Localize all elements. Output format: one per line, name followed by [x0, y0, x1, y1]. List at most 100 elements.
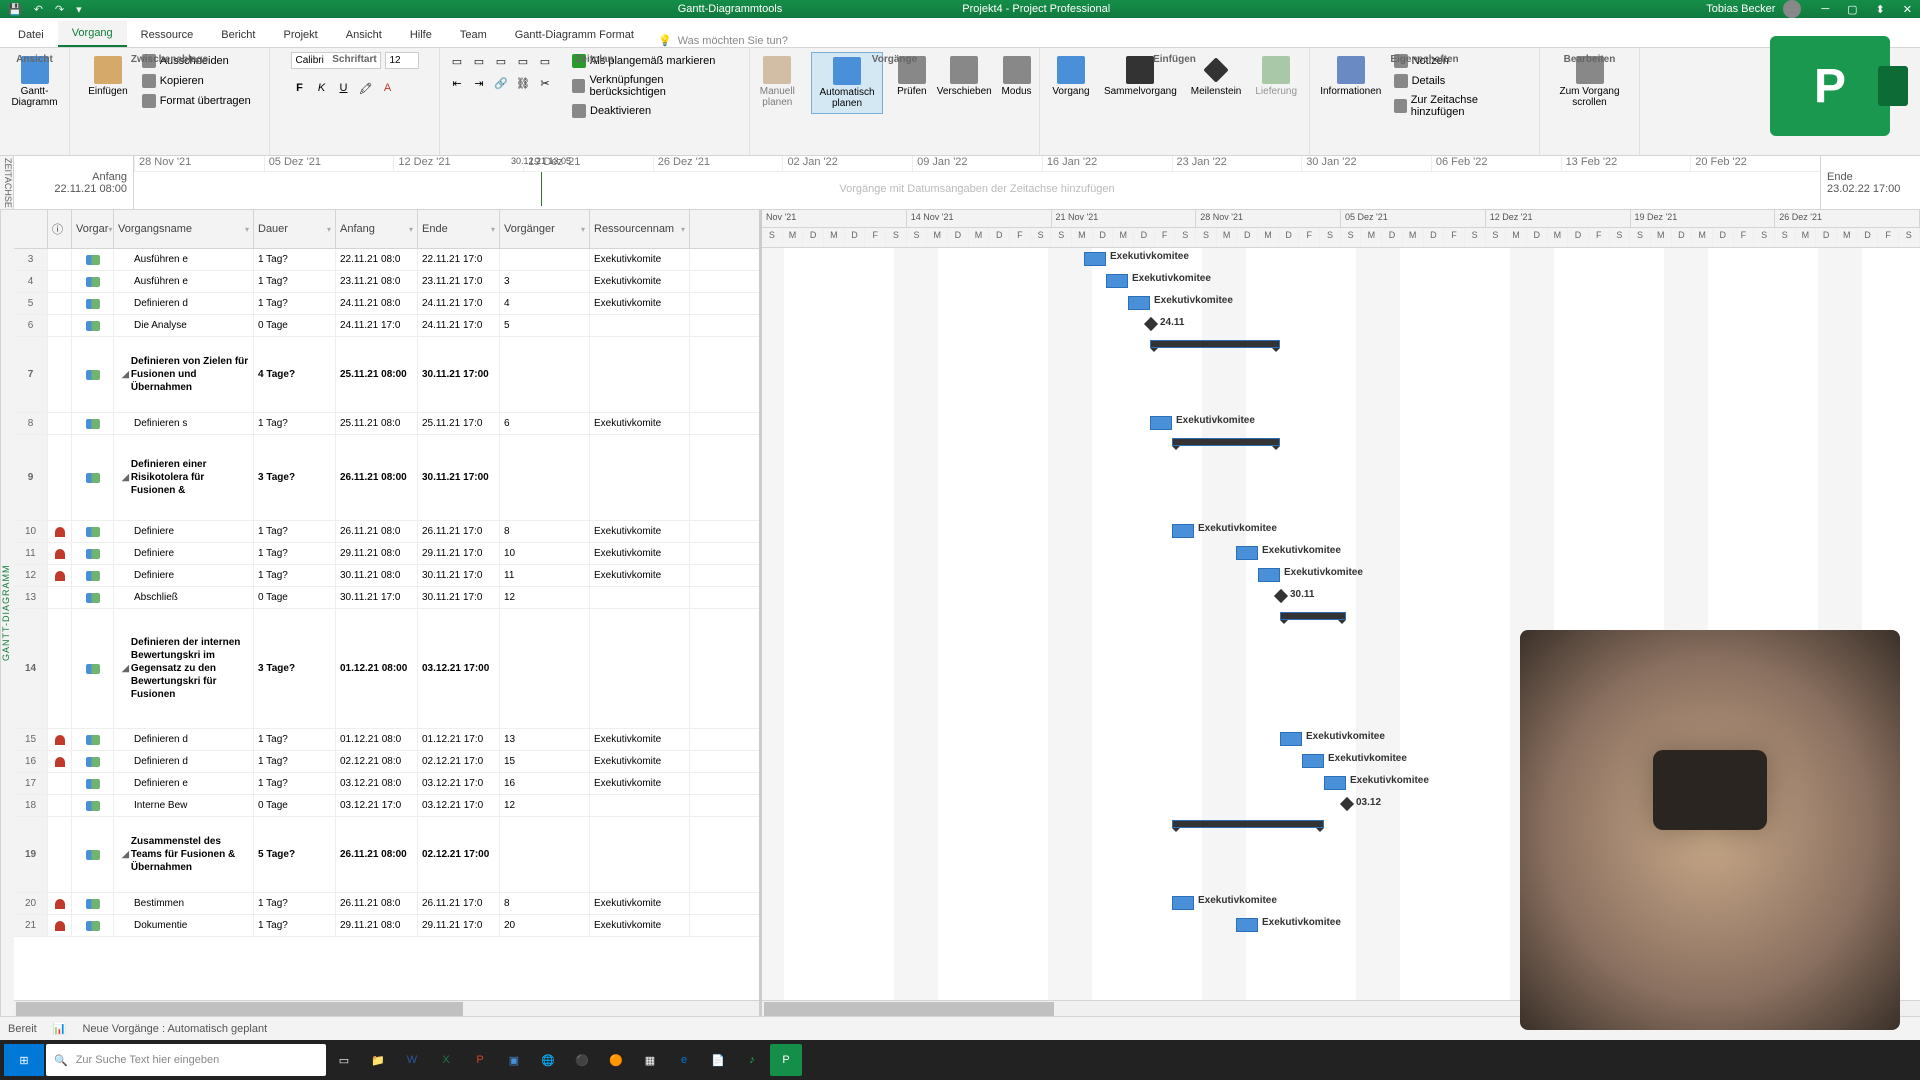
resource-cell[interactable]: [590, 587, 690, 608]
start-cell[interactable]: 25.11.21 08:0: [336, 413, 418, 434]
table-row[interactable]: 8Definieren s1 Tag?25.11.21 08:025.11.21…: [14, 413, 759, 435]
end-cell[interactable]: 01.12.21 17:0: [418, 729, 500, 750]
mode-cell[interactable]: [72, 587, 114, 608]
start-cell[interactable]: 22.11.21 08:0: [336, 249, 418, 270]
gantt-milestone[interactable]: [1144, 317, 1158, 331]
duration-cell[interactable]: 3 Tage?: [254, 609, 336, 728]
resource-cell[interactable]: [590, 817, 690, 892]
taskview-icon[interactable]: ▭: [328, 1044, 360, 1076]
end-cell[interactable]: 24.11.21 17:0: [418, 293, 500, 314]
duration-cell[interactable]: 1 Tag?: [254, 773, 336, 794]
end-cell[interactable]: 03.12.21 17:0: [418, 795, 500, 816]
start-cell[interactable]: 30.11.21 17:0: [336, 587, 418, 608]
end-cell[interactable]: 24.11.21 17:0: [418, 315, 500, 336]
end-cell[interactable]: 26.11.21 17:0: [418, 893, 500, 914]
collapse-icon[interactable]: ◢: [122, 662, 129, 675]
font-size-select[interactable]: 12: [385, 52, 419, 69]
mode-cell[interactable]: [72, 795, 114, 816]
collapse-icon[interactable]: ◢: [122, 471, 129, 484]
resource-cell[interactable]: Exekutivkomite: [590, 773, 690, 794]
user-avatar[interactable]: [1783, 0, 1801, 18]
row-number[interactable]: 9: [14, 435, 48, 520]
mode-button[interactable]: Modus: [994, 52, 1040, 101]
table-row[interactable]: 9◢Definieren einer Risikotolera für Fusi…: [14, 435, 759, 521]
end-cell[interactable]: 03.12.21 17:00: [418, 609, 500, 728]
notepad-icon[interactable]: 📄: [702, 1044, 734, 1076]
table-row[interactable]: 15Definieren d1 Tag?01.12.21 08:001.12.2…: [14, 729, 759, 751]
col-end[interactable]: Ende▾: [418, 210, 500, 248]
task-name-cell[interactable]: Definiere: [114, 521, 254, 542]
paste-button[interactable]: Einfügen: [84, 52, 131, 101]
resource-cell[interactable]: Exekutivkomite: [590, 271, 690, 292]
tab-ansicht[interactable]: Ansicht: [332, 23, 396, 47]
mode-cell[interactable]: [72, 413, 114, 434]
gantt-bar[interactable]: [1150, 416, 1172, 430]
mode-cell[interactable]: [72, 751, 114, 772]
end-cell[interactable]: 22.11.21 17:0: [418, 249, 500, 270]
task-name-cell[interactable]: Ausführen e: [114, 249, 254, 270]
details-button[interactable]: Details: [1390, 72, 1531, 90]
predecessor-cell[interactable]: 6: [500, 413, 590, 434]
start-button[interactable]: ⊞: [4, 1044, 44, 1076]
italic-button[interactable]: K: [313, 79, 331, 97]
predecessor-cell[interactable]: 10: [500, 543, 590, 564]
row-number[interactable]: 4: [14, 271, 48, 292]
mode-cell[interactable]: [72, 521, 114, 542]
collapse-icon[interactable]: ◢: [122, 368, 129, 381]
start-cell[interactable]: 01.12.21 08:00: [336, 609, 418, 728]
end-cell[interactable]: 30.11.21 17:00: [418, 337, 500, 412]
row-number[interactable]: 5: [14, 293, 48, 314]
start-cell[interactable]: 24.11.21 08:0: [336, 293, 418, 314]
task-name-cell[interactable]: Definieren d: [114, 293, 254, 314]
col-resource[interactable]: Ressourcennam▾: [590, 210, 690, 248]
insert-task-button[interactable]: Vorgang: [1048, 52, 1094, 101]
col-duration[interactable]: Dauer▾: [254, 210, 336, 248]
predecessor-cell[interactable]: 8: [500, 521, 590, 542]
table-row[interactable]: 18Interne Bew0 Tage03.12.21 17:003.12.21…: [14, 795, 759, 817]
tab-datei[interactable]: Datei: [4, 23, 58, 47]
end-cell[interactable]: 30.11.21 17:0: [418, 587, 500, 608]
end-cell[interactable]: 30.11.21 17:0: [418, 565, 500, 586]
split-button[interactable]: ✂: [536, 74, 554, 92]
mode-cell[interactable]: [72, 565, 114, 586]
row-number[interactable]: 17: [14, 773, 48, 794]
resource-cell[interactable]: [590, 609, 690, 728]
pct25-button[interactable]: ▭: [470, 52, 488, 70]
predecessor-cell[interactable]: 5: [500, 315, 590, 336]
task-name-cell[interactable]: ◢Definieren der internen Bewertungskri i…: [114, 609, 254, 728]
row-number[interactable]: 11: [14, 543, 48, 564]
predecessor-cell[interactable]: 3: [500, 271, 590, 292]
pct0-button[interactable]: ▭: [448, 52, 466, 70]
grid-hscroll[interactable]: [14, 1000, 759, 1016]
col-predecessor[interactable]: Vorgänger▾: [500, 210, 590, 248]
col-rownum[interactable]: [14, 210, 48, 248]
table-row[interactable]: 5 Definieren d1 Tag?24.11.21 08:024.11.21…: [14, 293, 759, 315]
duration-cell[interactable]: 1 Tag?: [254, 565, 336, 586]
start-cell[interactable]: 24.11.21 17:0: [336, 315, 418, 336]
status-schedule-mode[interactable]: Neue Vorgänge : Automatisch geplant: [82, 1023, 267, 1035]
predecessor-cell[interactable]: 4: [500, 293, 590, 314]
gantt-bar[interactable]: [1172, 524, 1194, 538]
table-row[interactable]: 4Ausführen e1 Tag?23.11.21 08:023.11.21 …: [14, 271, 759, 293]
table-row[interactable]: 21Dokumentie1 Tag?29.11.21 08:029.11.21 …: [14, 915, 759, 937]
start-cell[interactable]: 26.11.21 08:00: [336, 435, 418, 520]
ribbon-toggle-icon[interactable]: ⬍: [1876, 3, 1885, 16]
table-row[interactable]: 6Die Analyse0 Tage24.11.21 17:024.11.21 …: [14, 315, 759, 337]
start-cell[interactable]: 30.11.21 08:0: [336, 565, 418, 586]
duration-cell[interactable]: 1 Tag?: [254, 293, 336, 314]
end-cell[interactable]: 29.11.21 17:0: [418, 915, 500, 936]
timeline-body[interactable]: Vorgänge mit Datumsangaben der Zeitachse…: [134, 172, 1820, 206]
row-number[interactable]: 8: [14, 413, 48, 434]
col-name[interactable]: Vorgangsname▾: [114, 210, 254, 248]
table-row[interactable]: 3Ausführen e1 Tag?22.11.21 08:022.11.21 …: [14, 249, 759, 271]
schedule-mode-icon[interactable]: 📊: [53, 1022, 67, 1035]
gantt-bar[interactable]: [1324, 776, 1346, 790]
mode-cell[interactable]: [72, 773, 114, 794]
pct50-button[interactable]: ▭: [492, 52, 510, 70]
row-number[interactable]: 3: [14, 249, 48, 270]
tab-bericht[interactable]: Bericht: [207, 23, 269, 47]
tab-vorgang[interactable]: Vorgang: [58, 21, 127, 47]
close-icon[interactable]: ✕: [1903, 3, 1912, 16]
predecessor-cell[interactable]: 13: [500, 729, 590, 750]
pct100-button[interactable]: ▭: [536, 52, 554, 70]
